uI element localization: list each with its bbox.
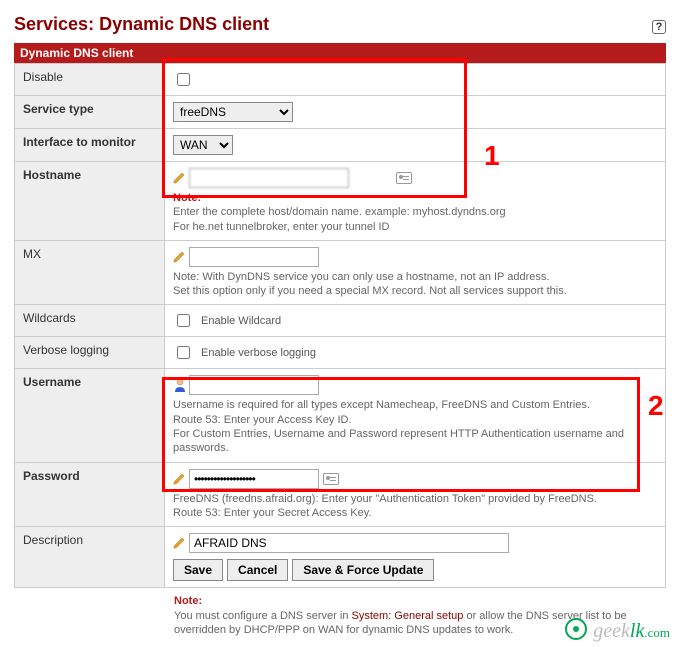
disable-checkbox[interactable] bbox=[177, 73, 190, 86]
cell-wildcards: Enable Wildcard bbox=[165, 305, 666, 337]
cell-username: Username is required for all types excep… bbox=[165, 369, 666, 462]
save-force-button[interactable]: Save & Force Update bbox=[292, 559, 434, 581]
pencil-icon bbox=[173, 172, 185, 184]
label-hostname: Hostname bbox=[15, 162, 165, 241]
cancel-button[interactable]: Cancel bbox=[227, 559, 288, 581]
label-mx: MX bbox=[15, 240, 165, 305]
title-prefix: Services: bbox=[14, 14, 94, 35]
form-table: Disable Service type freeDNS Interface t… bbox=[14, 63, 666, 588]
verbose-checkbox[interactable] bbox=[177, 346, 190, 359]
cell-hostname: Note: Enter the complete host/domain nam… bbox=[165, 162, 666, 241]
cell-interface: WAN bbox=[165, 129, 666, 162]
cell-disable bbox=[165, 64, 666, 96]
cell-password: FreeDNS (freedns.afraid.org): Enter your… bbox=[165, 462, 666, 527]
cell-description: Save Cancel Save & Force Update bbox=[165, 527, 666, 588]
wildcards-label: Enable Wildcard bbox=[201, 315, 281, 327]
page-title: Services: Dynamic DNS client ? bbox=[14, 14, 666, 35]
interface-select[interactable]: WAN bbox=[173, 135, 233, 155]
mx-note: Note: With DynDNS service you can only u… bbox=[173, 270, 657, 299]
pencil-icon bbox=[173, 251, 185, 263]
verbose-label: Enable verbose logging bbox=[201, 347, 316, 359]
pencil-icon bbox=[173, 473, 185, 485]
addressbook-icon bbox=[396, 172, 412, 184]
description-input[interactable] bbox=[189, 533, 509, 553]
label-service-type: Service type bbox=[15, 96, 165, 129]
label-description: Description bbox=[15, 527, 165, 588]
username-input[interactable] bbox=[189, 375, 319, 395]
section-bar: Dynamic DNS client bbox=[14, 43, 666, 63]
title-main: Dynamic DNS client bbox=[99, 14, 269, 35]
cell-mx: Note: With DynDNS service you can only u… bbox=[165, 240, 666, 305]
pencil-icon bbox=[173, 537, 185, 549]
label-disable: Disable bbox=[15, 64, 165, 96]
mx-input[interactable] bbox=[189, 247, 319, 267]
cell-verbose: Enable verbose logging bbox=[165, 337, 666, 369]
wildcards-checkbox[interactable] bbox=[177, 314, 190, 327]
hostname-note: Note: Enter the complete host/domain nam… bbox=[173, 191, 657, 234]
help-icon[interactable]: ? bbox=[652, 20, 666, 34]
cell-service-type: freeDNS bbox=[165, 96, 666, 129]
label-wildcards: Wildcards bbox=[15, 305, 165, 337]
addressbook-icon bbox=[323, 473, 339, 485]
label-verbose: Verbose logging bbox=[15, 337, 165, 369]
password-note: FreeDNS (freedns.afraid.org): Enter your… bbox=[173, 492, 657, 521]
note-label: Note: bbox=[173, 192, 201, 204]
label-interface: Interface to monitor bbox=[15, 129, 165, 162]
watermark: geeklk.com bbox=[564, 617, 670, 643]
user-icon bbox=[173, 378, 187, 392]
note-label: Note: bbox=[174, 594, 666, 608]
label-password: Password bbox=[15, 462, 165, 527]
password-input[interactable] bbox=[189, 469, 319, 489]
help-container: ? bbox=[652, 14, 666, 35]
save-button[interactable]: Save bbox=[173, 559, 223, 581]
username-note: Username is required for all types excep… bbox=[173, 398, 657, 455]
general-setup-link[interactable]: System: General setup bbox=[352, 610, 464, 622]
label-username: Username bbox=[15, 369, 165, 462]
hostname-input[interactable] bbox=[189, 168, 349, 188]
service-type-select[interactable]: freeDNS bbox=[173, 102, 293, 122]
